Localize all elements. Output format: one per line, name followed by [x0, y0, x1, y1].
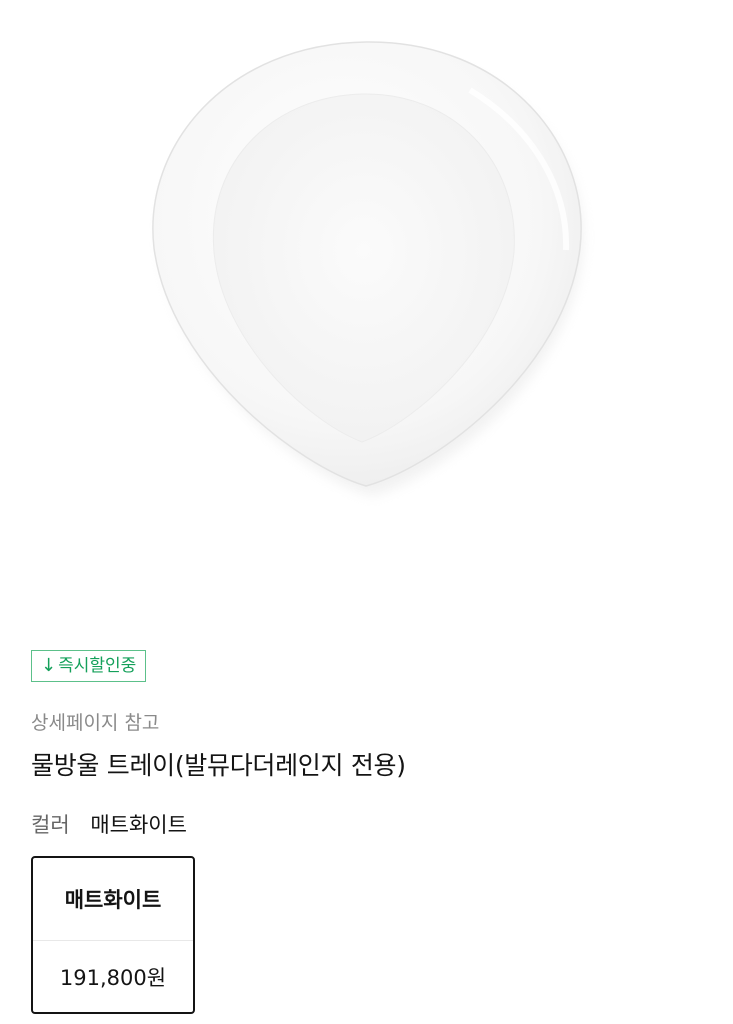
product-title: 물방울 트레이(발뮤다더레인지 전용) — [31, 751, 406, 780]
option-card-matte-white[interactable]: 매트화이트 191,800원 — [31, 856, 195, 1014]
option-divider — [33, 940, 193, 941]
tray-image — [152, 41, 584, 496]
color-label: 컬러 — [31, 813, 70, 837]
option-name: 매트화이트 — [64, 888, 162, 912]
product-image — [0, 0, 733, 620]
option-price: 191,800원 — [59, 966, 167, 990]
product-subtitle: 상세페이지 참고 — [31, 712, 160, 734]
instant-discount-badge: ↓ 즉시할인중 — [31, 650, 147, 682]
color-selection-row: 컬러 매트화이트 — [31, 809, 187, 839]
color-value: 매트화이트 — [90, 813, 187, 837]
badge-label: 즉시할인중 — [58, 656, 137, 676]
down-arrow-icon: ↓ — [41, 655, 57, 676]
